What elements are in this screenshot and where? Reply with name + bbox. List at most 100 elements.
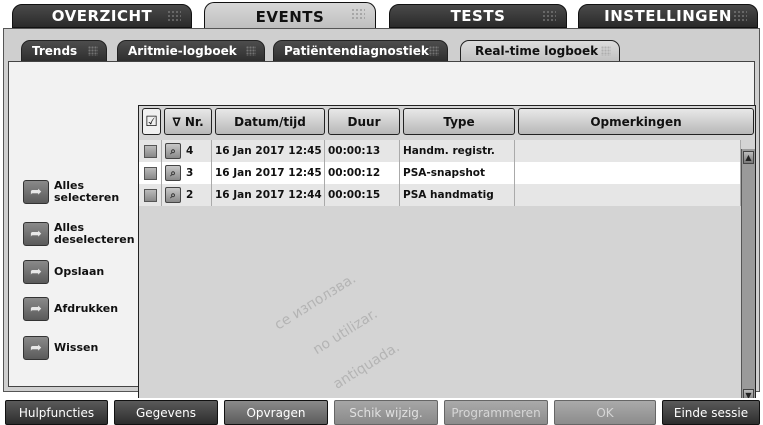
- data-button[interactable]: Gegevens: [114, 400, 218, 425]
- program-button[interactable]: Programmeren: [444, 400, 548, 425]
- events-panel: Trends Aritmie-logboek Patiëntendiagnost…: [3, 28, 760, 407]
- row-duration: 00:00:12: [325, 162, 400, 184]
- magnifier-icon[interactable]: ⌕: [165, 165, 181, 181]
- row-type: PSA-snapshot: [400, 162, 515, 184]
- subtab-realtime-logboek[interactable]: Real-time logboek: [460, 40, 620, 62]
- row-nr: 4: [186, 145, 194, 157]
- save-label: Opslaan: [54, 265, 105, 278]
- data-label: Gegevens: [135, 405, 197, 420]
- grip-icon: [88, 46, 98, 56]
- print-label: Afdrukken: [54, 302, 119, 315]
- deselect-all-label: Alles deselecteren: [54, 221, 135, 246]
- program-label: Programmeren: [451, 405, 541, 420]
- arrow-icon: ➦: [23, 180, 49, 204]
- tab-events[interactable]: EVENTS: [204, 2, 376, 30]
- subtab-aritmie-label: Aritmie-logboek: [128, 44, 237, 58]
- row-remarks: [515, 162, 741, 184]
- tab-tests-label: TESTS: [450, 7, 506, 25]
- end-session-label: Einde sessie: [673, 405, 749, 420]
- subtab-patientendiagnostiek[interactable]: Patiëntendiagnostiek: [273, 40, 448, 62]
- change-schedule-label: Schik wijzig.: [349, 405, 423, 420]
- row-datetime: 16 Jan 2017 12:45: [212, 162, 325, 184]
- scroll-up-icon[interactable]: ▲: [743, 151, 754, 164]
- delete-button[interactable]: ➦ Wissen: [23, 336, 98, 360]
- row-nr-cell: ⌕ 4: [162, 140, 212, 162]
- tab-tests[interactable]: TESTS: [389, 4, 567, 28]
- row-type: PSA handmatig: [400, 184, 515, 206]
- duration-header-label: Duur: [347, 114, 381, 129]
- row-nr: 3: [186, 167, 194, 179]
- column-header-duration[interactable]: Duur: [328, 108, 400, 135]
- help-functions-label: Hulpfuncties: [18, 405, 95, 420]
- magnifier-icon[interactable]: ⌕: [165, 143, 181, 159]
- bottom-toolbar: Hulpfuncties Gegevens Opvragen Schik wij…: [0, 398, 763, 425]
- deselect-all-button[interactable]: ➦ Alles deselecteren: [23, 222, 135, 246]
- grip-icon: [246, 46, 256, 56]
- arrow-icon: ➦: [23, 297, 49, 321]
- row-checkbox[interactable]: [139, 162, 162, 184]
- tab-instellingen[interactable]: INSTELLINGEN: [578, 4, 758, 28]
- end-session-button[interactable]: Einde sessie: [662, 400, 760, 425]
- subtab-trends-label: Trends: [32, 44, 78, 58]
- tab-instellingen-label: INSTELLINGEN: [604, 7, 732, 25]
- checkbox-icon: [144, 166, 157, 180]
- column-header-datetime[interactable]: Datum/tijd: [215, 108, 325, 135]
- tab-overzicht-label: OVERZICHT: [51, 7, 153, 25]
- datetime-header-label: Datum/tijd: [234, 114, 306, 129]
- table-row[interactable]: ⌕ 4 16 Jan 2017 12:45 00:00:13 Handm. reg…: [139, 140, 741, 162]
- grip-icon: [733, 10, 747, 22]
- subtab-trends[interactable]: Trends: [21, 40, 107, 62]
- delete-label: Wissen: [54, 341, 99, 354]
- row-nr: 2: [186, 189, 194, 201]
- top-tab-bar: OVERZICHT EVENTS TESTS INSTELLINGEN: [0, 0, 763, 30]
- row-duration: 00:00:15: [325, 184, 400, 206]
- checkbox-icon: [144, 188, 157, 202]
- checkbox-icon: [144, 144, 157, 158]
- sort-nr-label: ∇ Nr.: [172, 114, 204, 129]
- row-type: Handm. registr.: [400, 140, 515, 162]
- column-header-remarks[interactable]: Opmerkingen: [518, 108, 754, 135]
- tab-overzicht[interactable]: OVERZICHT: [12, 4, 192, 28]
- table-row[interactable]: ⌕ 2 16 Jan 2017 12:44 00:00:15 PSA handma…: [139, 184, 741, 206]
- remarks-header-label: Opmerkingen: [590, 114, 682, 129]
- row-datetime: 16 Jan 2017 12:45: [212, 140, 325, 162]
- type-header-label: Type: [443, 114, 475, 129]
- ok-button[interactable]: OK: [554, 400, 656, 425]
- arrow-icon: ➦: [23, 336, 49, 360]
- subtab-patientendiagnostiek-label: Patiëntendiagnostiek: [284, 44, 429, 58]
- grip-icon: [601, 46, 611, 56]
- retrieve-label: Opvragen: [246, 405, 306, 420]
- column-header-type[interactable]: Type: [403, 108, 515, 135]
- select-all-checkbox[interactable]: ☑: [142, 108, 161, 135]
- change-schedule-button[interactable]: Schik wijzig.: [334, 400, 438, 425]
- row-datetime: 16 Jan 2017 12:44: [212, 184, 325, 206]
- help-functions-button[interactable]: Hulpfuncties: [5, 400, 108, 425]
- subtab-realtime-label: Real-time logboek: [475, 44, 599, 58]
- row-remarks: [515, 184, 741, 206]
- arrow-icon: ➦: [23, 260, 49, 284]
- subtab-aritmie-logboek[interactable]: Aritmie-logboek: [117, 40, 265, 62]
- checkbox-icon: ☑: [145, 113, 158, 130]
- row-duration: 00:00:13: [325, 140, 400, 162]
- row-remarks: [515, 140, 741, 162]
- select-all-label: Alles selecteren: [54, 179, 120, 204]
- grip-icon: [351, 8, 365, 20]
- realtime-logbook-content: ➦ Alles selecteren ➦ Alles deselecteren …: [8, 61, 756, 407]
- row-nr-cell: ⌕ 2: [162, 184, 212, 206]
- ok-label: OK: [596, 405, 614, 420]
- magnifier-icon[interactable]: ⌕: [165, 187, 181, 203]
- retrieve-button[interactable]: Opvragen: [224, 400, 328, 425]
- grip-icon: [167, 10, 181, 22]
- row-checkbox[interactable]: [139, 184, 162, 206]
- select-all-button[interactable]: ➦ Alles selecteren: [23, 180, 119, 204]
- grip-icon: [429, 46, 439, 56]
- table-row[interactable]: ⌕ 3 16 Jan 2017 12:45 00:00:12 PSA-snapsh…: [139, 162, 741, 184]
- grip-icon: [542, 10, 556, 22]
- table-scrollbar[interactable]: ▲ ▼: [741, 149, 755, 406]
- save-button[interactable]: ➦ Opslaan: [23, 260, 104, 284]
- row-checkbox[interactable]: [139, 140, 162, 162]
- column-header-nr[interactable]: ∇ Nr.: [164, 108, 212, 135]
- arrow-icon: ➦: [23, 222, 49, 246]
- print-button[interactable]: ➦ Afdrukken: [23, 297, 118, 321]
- event-log-table: ☑ ∇ Nr. Datum/tijd Duur Type Opmerkingen…: [138, 105, 756, 407]
